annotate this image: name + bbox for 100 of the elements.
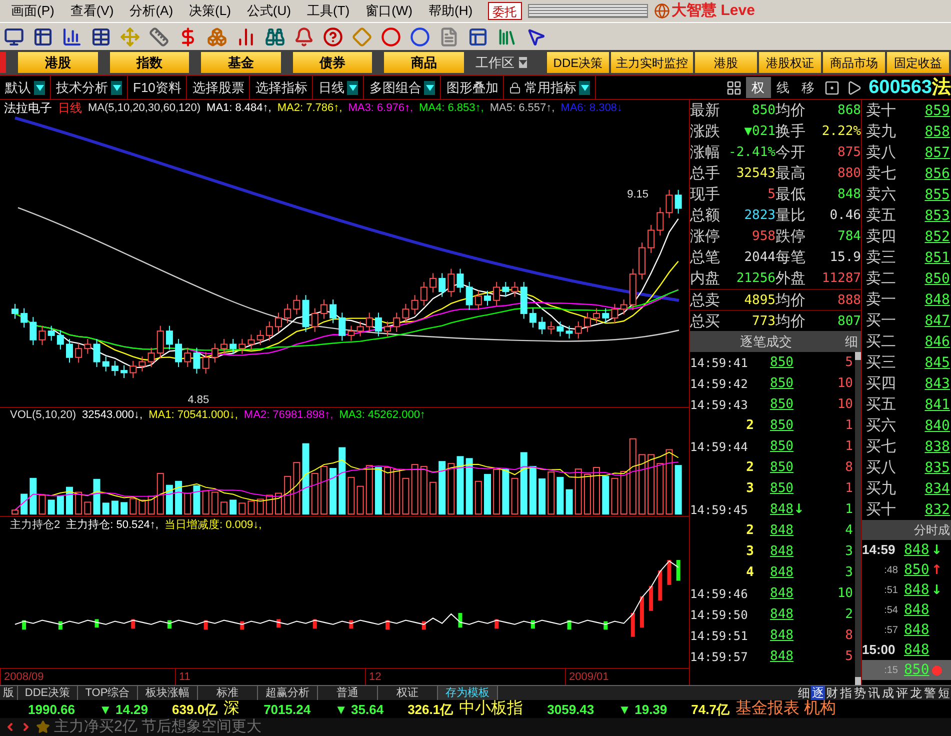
index-value: 1990.66 <box>28 702 75 716</box>
toolbar-item[interactable]: 选择指标 <box>255 78 308 98</box>
order-level-label: 卖二 <box>865 271 897 286</box>
minute-trade-row[interactable]: :57 848 <box>862 620 951 640</box>
side-tab[interactable]: 讯 <box>867 686 881 700</box>
toolbar-item[interactable]: 多图组合 <box>369 78 422 98</box>
minute-time: 15:00 <box>862 641 896 660</box>
menu-item[interactable]: 工具(T) <box>300 1 357 21</box>
low-price-label: 4.85 <box>188 394 210 406</box>
tick-price: 848 <box>770 608 794 621</box>
side-tab[interactable]: 短 <box>937 686 951 700</box>
side-tab[interactable]: 逐 <box>811 686 825 700</box>
tick-volume: 3 <box>844 545 854 558</box>
minute-price: 850 <box>904 660 930 680</box>
trend-arrow: ↓ <box>793 503 806 516</box>
toolbar-item[interactable]: 选择股票 <box>192 78 244 98</box>
side-tab[interactable]: 评 <box>895 686 909 700</box>
order-price: 847 <box>924 314 951 328</box>
side-tab[interactable]: 财 <box>825 686 839 700</box>
minute-time: :51 <box>883 584 899 598</box>
order-level-label: 卖九 <box>865 124 897 139</box>
minute-trade-row[interactable]: 14:59 848↓ <box>862 540 951 560</box>
side-tab[interactable]: 势 <box>853 686 867 700</box>
minute-price: 848 <box>904 620 930 640</box>
order-price: 850 <box>924 272 951 286</box>
quote-label: 均价 <box>776 292 806 308</box>
order-price: 840 <box>924 418 951 432</box>
order-level-label: 买二 <box>865 334 897 349</box>
tick-price: 850 <box>770 419 794 432</box>
minute-price: 850 <box>904 560 930 580</box>
panel-button[interactable]: DDE决策 <box>546 52 609 73</box>
menu-item[interactable]: 查看(V) <box>63 1 121 21</box>
toolbar-item[interactable]: 默认 <box>5 78 31 98</box>
side-tab[interactable]: 警 <box>923 686 937 700</box>
toolbar-item[interactable]: F10资料 <box>133 78 182 98</box>
side-tab[interactable]: 细 <box>797 686 811 700</box>
view-button[interactable]: 权 <box>746 77 771 98</box>
menu-item[interactable]: 窗口(W) <box>358 1 420 21</box>
view-button[interactable]: 移 <box>796 77 821 98</box>
panel-button[interactable]: 商品市场 <box>822 52 885 73</box>
minute-time: :15 <box>883 664 899 678</box>
panel-button[interactable]: 固定收益 <box>886 52 949 73</box>
index-value: 7015.24 <box>264 702 311 716</box>
minute-price: 848 <box>904 540 930 560</box>
toolbar-item[interactable]: 技术分析 <box>56 78 108 98</box>
tick-volume: 10 <box>836 398 854 411</box>
news-ticker[interactable]: 主力净买2亿 节后想象空间更大 <box>54 716 262 736</box>
tick-price: 850 <box>770 461 794 474</box>
toolbar-item[interactable]: 常用指标 <box>524 78 576 98</box>
view-button[interactable]: 线 <box>770 77 796 98</box>
tick-volume: 10 <box>836 587 854 600</box>
menu-item[interactable]: 画面(P) <box>4 1 62 21</box>
quote-label: 总手 <box>690 166 721 181</box>
minute-trade-row[interactable]: :15 850● <box>862 660 951 680</box>
menu-item[interactable]: 公式(U) <box>240 1 298 21</box>
stock-name-header: 法 <box>932 78 951 97</box>
volume-value: MA2: 76981.898↑, <box>244 410 334 420</box>
menu-item[interactable]: 决策(L) <box>182 1 238 21</box>
toolbar-item[interactable]: 日线 <box>318 78 344 98</box>
order-price: 848 <box>924 292 951 306</box>
tick-time: 2 <box>745 419 754 432</box>
tick-time: 14:59:42 <box>690 378 749 390</box>
trend-arrow: ↓ <box>931 544 944 556</box>
minute-time: :54 <box>883 604 899 618</box>
toolbar-item[interactable]: 图形叠加 <box>446 78 498 98</box>
category-button[interactable]: 港股 <box>18 52 98 73</box>
quote-label: 均价 <box>776 314 806 328</box>
order-level-label: 买一 <box>865 313 897 328</box>
tick-price: 848 <box>770 566 794 579</box>
quote-value: 15.9 <box>828 251 861 264</box>
category-button[interactable]: 商品 <box>384 52 464 73</box>
side-tab[interactable]: 指 <box>839 686 853 700</box>
order-price: 859 <box>924 104 951 118</box>
tick-volume: 1 <box>844 503 854 516</box>
index-name: 深 <box>224 701 240 717</box>
panel-button[interactable]: 主力实时监控 <box>610 52 693 73</box>
minute-trade-row[interactable]: :51 848↓ <box>862 580 951 600</box>
order-button[interactable]: 委托 <box>488 2 522 20</box>
category-button[interactable]: 债券 <box>292 52 372 73</box>
quote-label: 涨停 <box>690 229 721 244</box>
side-tab[interactable]: 成 <box>881 686 895 700</box>
index-value: ▼ 14.29 <box>99 702 148 716</box>
quote-label: 今开 <box>776 145 806 160</box>
quote-value: 875 <box>836 146 861 159</box>
category-button[interactable]: 基金 <box>201 52 281 73</box>
quote-label: 内盘 <box>690 271 721 286</box>
detail-toggle[interactable]: 细 <box>842 332 861 352</box>
menu-item[interactable]: 帮助(H) <box>422 1 480 21</box>
side-tab[interactable]: 龙 <box>909 686 923 700</box>
minute-trade-row[interactable]: :54 848 <box>862 600 951 620</box>
order-level-label: 卖五 <box>865 208 897 223</box>
panel-button[interactable]: 港股权证 <box>758 52 821 73</box>
minute-trade-row[interactable]: 15:00 848 <box>862 640 951 660</box>
minute-trade-row[interactable]: :48 850↑ <box>862 560 951 580</box>
bottom-tab[interactable]: 存为模板 <box>438 686 498 700</box>
menu-item[interactable]: 分析(A) <box>122 1 180 21</box>
category-button[interactable]: 指数 <box>110 52 190 73</box>
tick-volume: 1 <box>844 482 854 495</box>
panel-button[interactable]: 港股 <box>694 52 757 73</box>
order-price: 834 <box>924 482 951 496</box>
